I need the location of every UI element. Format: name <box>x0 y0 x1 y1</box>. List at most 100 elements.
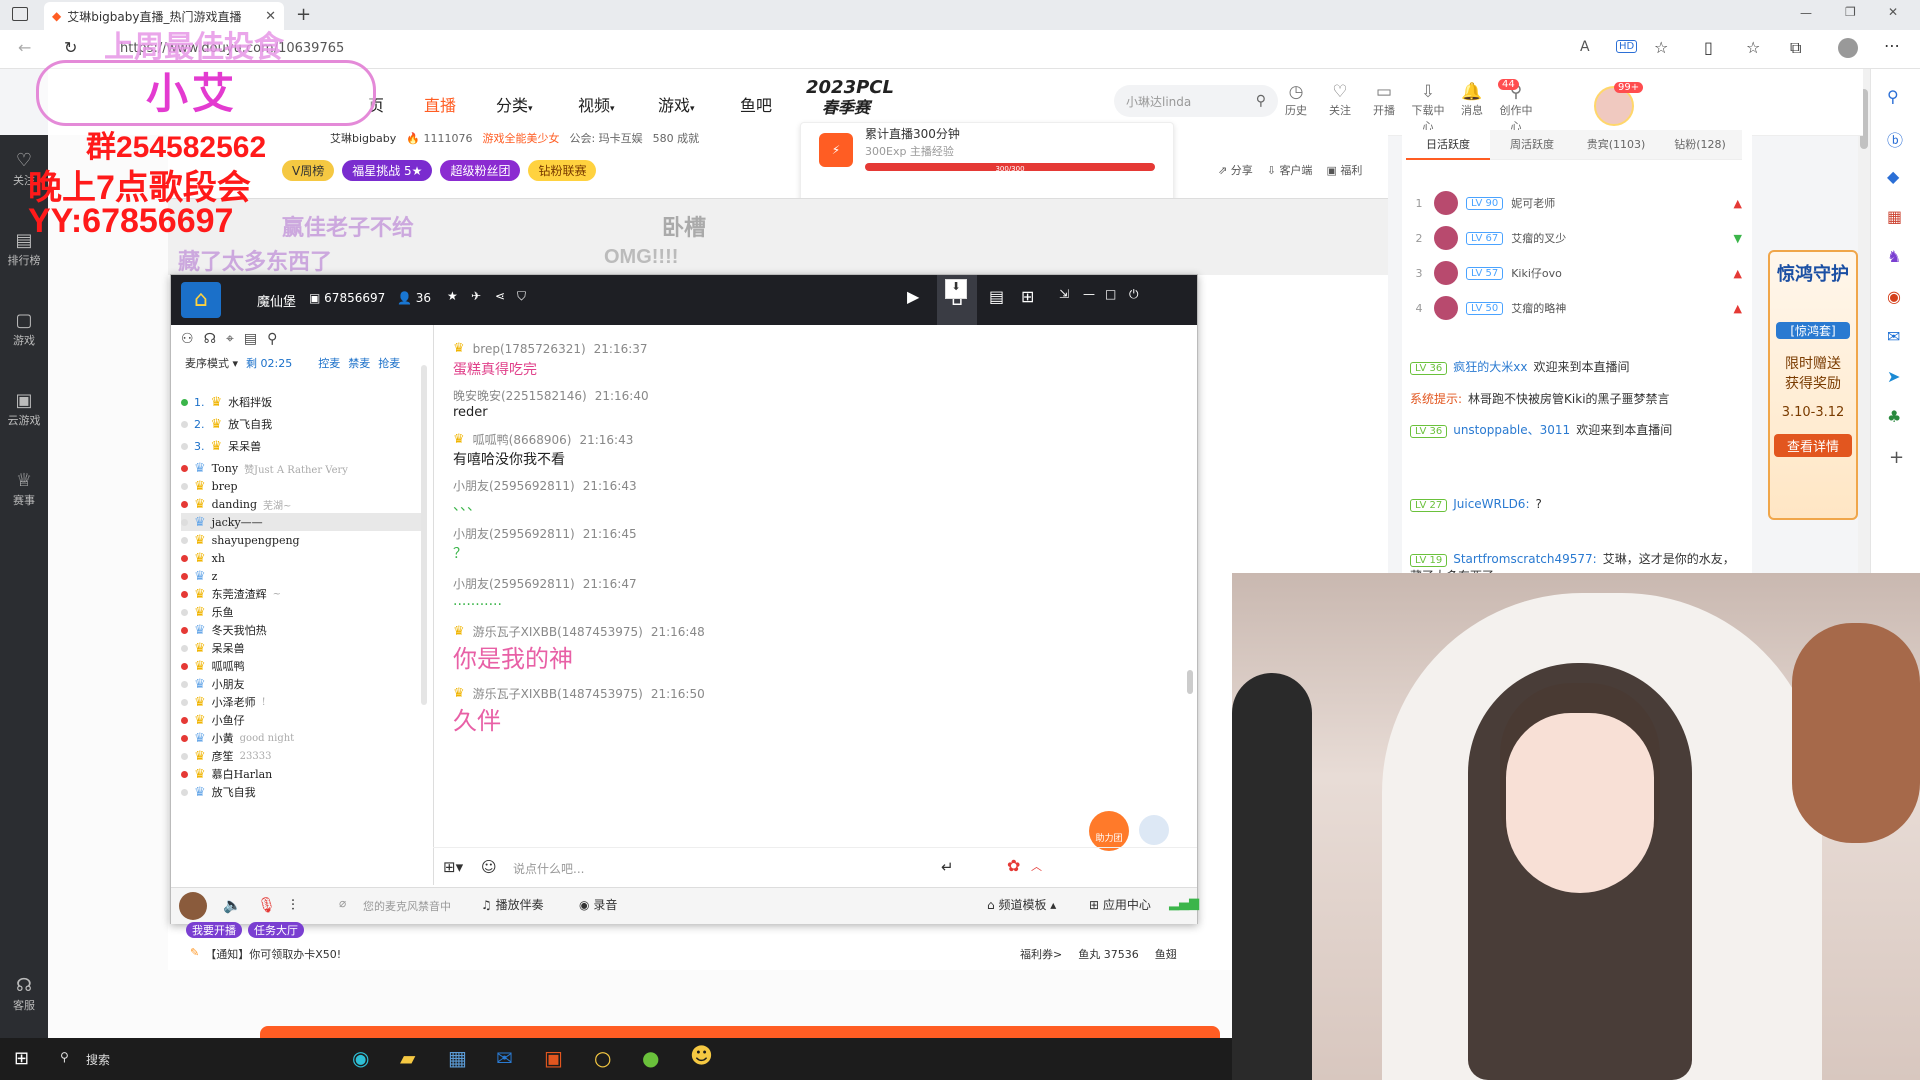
message-user[interactable]: 小朋友(2595692811) <box>453 525 575 542</box>
maximize-icon[interactable]: □ <box>1105 287 1116 301</box>
self-avatar[interactable] <box>179 892 207 920</box>
rose-icon[interactable]: ✿ <box>1007 856 1020 875</box>
start-stream-tag[interactable]: 我要开播 <box>186 922 242 938</box>
rank-row[interactable]: 4 LV 50 艾瘤的略神 ▲ <box>1412 293 1742 323</box>
chat-input[interactable]: 说点什么吧... <box>513 860 933 877</box>
rank-tab-1[interactable]: 周活跃度 <box>1490 130 1574 160</box>
notice-text[interactable]: 【通知】你可领取办卡X50! <box>205 946 341 962</box>
rank-tab-3[interactable]: 钻粉(128) <box>1658 130 1742 160</box>
header-icon-1[interactable]: ♡ 关注 <box>1320 82 1360 118</box>
member-scrollbar[interactable] <box>421 365 427 705</box>
search-icon[interactable]: ⚲ <box>1256 93 1266 109</box>
chat-user[interactable]: unstoppable、3011 <box>1453 423 1570 437</box>
power-icon[interactable]: ⏻ <box>1129 287 1139 302</box>
refresh-icon[interactable]: ↻ <box>64 38 77 57</box>
read-aloud-icon[interactable]: A <box>1580 39 1590 55</box>
sidebar-item-3[interactable]: ▣ 云游戏 <box>0 390 48 428</box>
promo-panel[interactable]: 惊鸿守护 [惊鸿套] 限时赠送 获得奖励 3.10-3.12 查看详情 <box>1768 250 1858 520</box>
member-item[interactable]: ♛ 呱呱鸭 <box>181 657 421 675</box>
member-item[interactable]: ♛ 彦笙 23333 <box>181 747 421 765</box>
chat-user[interactable]: JuiceWRLD6: <box>1453 497 1529 511</box>
expand-icon[interactable]: ︿ <box>1031 858 1042 874</box>
gamepad-icon[interactable]: ⊞ <box>1021 287 1034 306</box>
record-button[interactable]: ◉ 录音 <box>579 896 617 913</box>
notes-icon[interactable]: ▤ <box>244 331 257 347</box>
header-icon-0[interactable]: ◷ 历史 <box>1276 82 1316 118</box>
hd-icon[interactable]: HD <box>1616 40 1638 53</box>
add-icon[interactable]: + <box>1889 447 1904 468</box>
outlook-icon[interactable]: ✉ <box>1887 327 1900 346</box>
sidebar-item-4[interactable]: ♕ 赛事 <box>0 470 48 508</box>
streamer-name[interactable]: 艾琳bigbaby <box>330 130 396 146</box>
collections-icon[interactable]: ⧉ <box>1790 38 1801 58</box>
member-item[interactable]: ♛ 慕白Harlan <box>181 765 421 783</box>
guild-label[interactable]: 公会: 玛卡互娱 <box>569 130 642 146</box>
message-user[interactable]: 小朋友(2595692811) <box>453 477 575 494</box>
pcl-event-banner[interactable]: 2023PCL 春季赛 <box>806 78 894 118</box>
bing-icon[interactable]: ⓑ <box>1887 127 1903 151</box>
nav-category[interactable]: 分类▾ <box>496 92 533 116</box>
action-grab-mic[interactable]: 抢麦 <box>378 355 400 371</box>
message-user[interactable]: brep(1785726321) <box>473 342 586 356</box>
sidebar-item-5[interactable]: ☊ 客服 <box>0 975 48 1013</box>
mode-select[interactable]: 麦序模式 ▾ <box>185 355 238 371</box>
minimize-icon[interactable]: — <box>1800 6 1812 20</box>
file-explorer-icon[interactable]: ▰ <box>400 1046 415 1070</box>
green-app-icon[interactable]: ● <box>642 1046 659 1070</box>
favorite-star-icon[interactable]: ★ <box>447 289 458 303</box>
sidebar-toggle-icon[interactable] <box>12 7 28 21</box>
enter-icon[interactable]: ↵ <box>941 858 954 876</box>
member-item[interactable]: ♛ brep <box>181 477 421 495</box>
office-icon[interactable]: ◉ <box>1887 287 1901 306</box>
new-tab-icon[interactable]: + <box>296 4 311 25</box>
games-icon[interactable]: ♞ <box>1887 247 1901 266</box>
back-icon[interactable]: ← <box>18 38 31 57</box>
chat-scrollbar[interactable] <box>1187 670 1193 694</box>
chat-user[interactable]: Startfromscratch49577: <box>1453 552 1597 566</box>
share-button[interactable]: ⇗ 分享 <box>1218 162 1253 178</box>
diamond-league-tag[interactable]: 钻粉联赛 <box>528 160 597 181</box>
member-item[interactable]: ♛ 小黄 good night <box>181 729 421 747</box>
rank-tab-2[interactable]: 贵宾(1103) <box>1574 130 1658 160</box>
nav-video[interactable]: 视频▾ <box>578 92 615 116</box>
channel-template-button[interactable]: ⌂ 频道模板 ▴ <box>987 896 1056 913</box>
member-item[interactable]: ♛ 东莞渣渣辉 ~ <box>181 585 421 603</box>
jump-latest-icon[interactable]: ⬇ <box>945 279 967 299</box>
headset-icon[interactable]: ☊ <box>204 331 216 347</box>
member-item[interactable]: ♛ Tony 赞Just A Rather Very <box>181 459 421 477</box>
message-user[interactable]: 游乐瓦子XIXBB(1487453975) <box>473 685 643 702</box>
member-item[interactable]: ♛ danding 芜湖~ <box>181 495 421 513</box>
taskbar-search[interactable]: 搜索 <box>86 1051 110 1068</box>
promo-button[interactable]: 查看详情 <box>1774 434 1852 457</box>
video-icon[interactable]: ▶ <box>907 287 919 306</box>
lucky-star-tag[interactable]: 福星挑战 5★ <box>342 160 433 181</box>
mail-icon[interactable]: ✉ <box>496 1046 513 1070</box>
welfare-button[interactable]: ▣ 福利 <box>1326 162 1362 178</box>
more-menu-icon[interactable]: ⋯ <box>1884 36 1900 55</box>
nav-game[interactable]: 游戏▾ <box>658 92 695 116</box>
shield-icon[interactable]: ⛉ <box>517 289 526 304</box>
member-item[interactable]: ♛ z <box>181 567 421 585</box>
window-close-icon[interactable]: ✕ <box>1888 5 1898 19</box>
action-control-mic[interactable]: 控麦 <box>318 355 340 371</box>
nav-live[interactable]: 直播 <box>424 92 456 116</box>
mic-muted-icon[interactable]: 🎙 <box>257 896 276 914</box>
search-input[interactable]: 小琳达linda ⚲ <box>1114 85 1278 117</box>
rank-tab-0[interactable]: 日活跃度 <box>1406 130 1490 160</box>
message-user[interactable]: 呱呱鸭(8668906) <box>473 431 572 448</box>
location-icon[interactable]: ⌖ <box>226 331 234 347</box>
list-icon[interactable]: ▤ <box>989 287 1004 306</box>
windows-start-icon[interactable]: ⊞ <box>14 1048 29 1069</box>
chat-user[interactable]: 系统提示: <box>1410 392 1462 406</box>
mic-queue-item[interactable]: 3. ♛ 呆呆兽 <box>181 435 421 457</box>
person-icon[interactable]: ⚇ <box>181 331 194 347</box>
tag-icon[interactable]: ◆ <box>1887 167 1899 186</box>
plane-icon[interactable]: ✈ <box>471 289 481 303</box>
mic-queue-item[interactable]: 1. ♛ 水稻拌饭 <box>181 391 421 413</box>
toolbox-icon[interactable]: ▦ <box>1887 207 1902 226</box>
message-user[interactable]: 晚安晚安(2251582146) <box>453 387 587 404</box>
member-item[interactable]: ♛ 小朋友 <box>181 675 421 693</box>
edge-icon[interactable]: ◉ <box>352 1046 369 1070</box>
header-icon-3[interactable]: ⇩ 下载中心 <box>1408 82 1448 134</box>
rank-row[interactable]: 3 LV 57 Kiki仔ovo ▲ <box>1412 258 1742 288</box>
